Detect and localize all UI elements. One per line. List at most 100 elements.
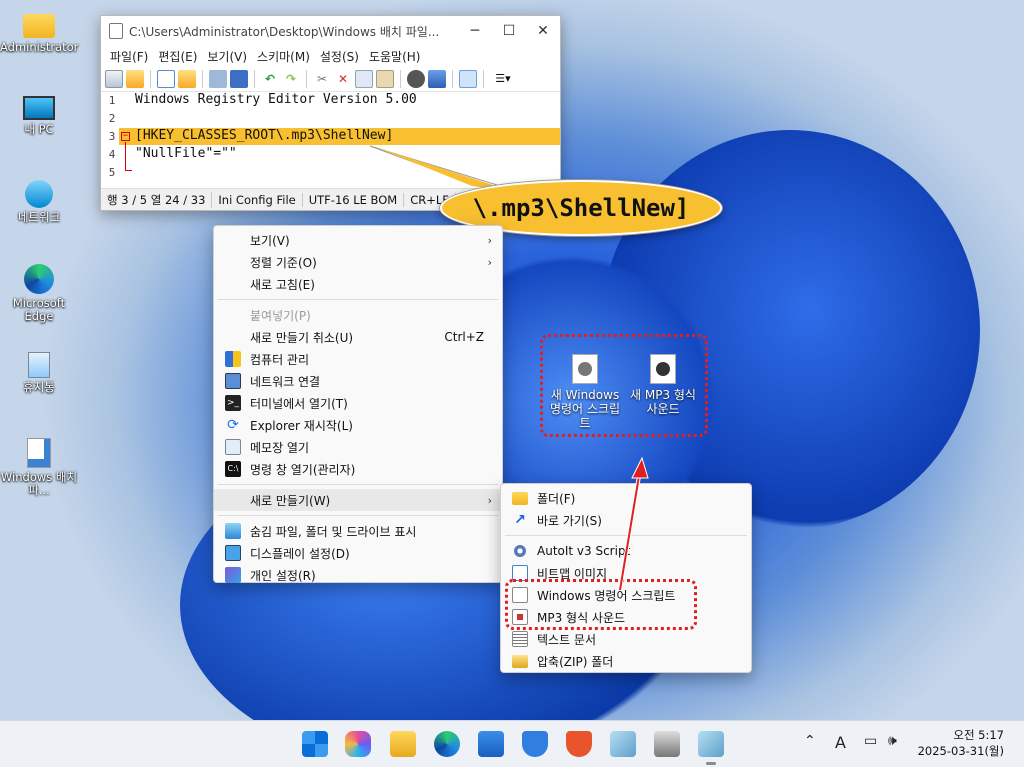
chevron-up-icon[interactable]: ⌃ (804, 733, 816, 749)
network-icon (25, 180, 53, 208)
folder-icon (512, 492, 528, 505)
desktop-icon-label: 휴지통 (23, 380, 55, 394)
copilot-icon[interactable] (345, 731, 371, 757)
menu-item-show-hidden[interactable]: 숨김 파일, 폴더 및 드라이브 표시 (214, 520, 502, 542)
code-line: [HKEY_CLASSES_ROOT\.mp3\ShellNew] (135, 128, 394, 143)
menu-item-view[interactable]: 보기(V) › (214, 229, 502, 251)
file-explorer-icon[interactable] (390, 731, 416, 757)
redo-icon[interactable]: ↷ (282, 70, 300, 88)
clock-date: 2025-03-31(월) (917, 744, 1004, 758)
desktop-context-menu: 보기(V) › 정렬 기준(O) › 새로 고침(E) 붙여넣기(P) 새로 만들기… (213, 225, 503, 583)
code-line: "NullFile"="" (135, 146, 237, 161)
chevron-right-icon: › (487, 255, 492, 269)
clock[interactable]: 오전 5:17 2025-03-31(월) (918, 727, 1004, 759)
chevron-right-icon: › (487, 233, 492, 247)
status-position: 행 3 / 5 열 24 / 33 (101, 191, 213, 208)
list-dropdown-icon[interactable]: ☰▾ (490, 70, 516, 88)
paste-icon[interactable] (376, 69, 394, 88)
menu-view[interactable]: 보기(V) (202, 46, 252, 66)
menu-settings[interactable]: 설정(S) (315, 46, 364, 66)
cut-icon[interactable]: ✂ (313, 70, 331, 88)
menu-label: 바로 가기(S) (537, 513, 602, 528)
callout-text: \.mp3\ShellNew] (472, 194, 690, 222)
submenu-item-autoit[interactable]: AutoIt v3 Script (501, 540, 751, 562)
menu-label: 네트워크 연결 (250, 374, 321, 389)
edge-icon[interactable] (434, 731, 460, 757)
desktop-icon-administrator[interactable]: Administrator (0, 10, 78, 54)
menu-item-display-settings[interactable]: 디스플레이 설정(D) (214, 542, 502, 564)
menu-item-network-connections[interactable]: 네트워크 연결 (214, 370, 502, 392)
batch-file-icon (27, 438, 51, 468)
menu-help[interactable]: 도움말(H) (364, 46, 426, 66)
status-encoding[interactable]: UTF-16 LE BOM (303, 192, 405, 207)
menu-item-open-cmd-admin[interactable]: C:\ 명령 창 열기(관리자) (214, 458, 502, 480)
ime-indicator[interactable]: A (835, 733, 846, 752)
edge-icon (24, 264, 54, 294)
menu-label: 보기(V) (250, 233, 290, 248)
menu-schema[interactable]: 스키마(M) (252, 46, 315, 66)
submenu-item-shortcut[interactable]: ↗ 바로 가기(S) (501, 509, 751, 531)
start-icon[interactable] (302, 731, 328, 757)
menu-item-personalize[interactable]: 개인 설정(R) (214, 564, 502, 586)
menu-edit[interactable]: 편집(E) (153, 46, 202, 66)
undo-icon[interactable]: ↶ (261, 70, 279, 88)
menu-item-undo-new[interactable]: 새로 만들기 취소(U) Ctrl+Z (214, 326, 502, 348)
menu-item-open-notepad[interactable]: 메모장 열기 (214, 436, 502, 458)
save-all-icon[interactable] (230, 69, 248, 88)
menu-separator (218, 515, 498, 516)
store-icon[interactable] (478, 731, 504, 757)
menu-item-sort[interactable]: 정렬 기준(O) › (214, 251, 502, 273)
menu-item-new[interactable]: 새로 만들기(W) › (214, 489, 502, 511)
submenu-item-folder[interactable]: 폴더(F) (501, 487, 751, 509)
title-bar[interactable]: C:\Users\Administrator\Desktop\Windows 배… (101, 16, 560, 46)
maximize-button[interactable]: ☐ (492, 23, 526, 39)
annotation-highlight-submenu (505, 579, 697, 630)
new-file-icon[interactable] (105, 69, 123, 88)
toolbar-separator (202, 69, 203, 88)
terminal-icon: >_ (225, 395, 241, 411)
cmd-icon: C:\ (225, 461, 241, 477)
menu-label: AutoIt v3 Script (537, 544, 631, 558)
minimize-button[interactable]: ─ (458, 23, 492, 39)
line-number: 1 (108, 94, 116, 107)
security-icon[interactable] (566, 731, 592, 757)
new-doc-icon[interactable] (157, 69, 175, 88)
copy-icon[interactable] (355, 69, 373, 88)
printer-icon[interactable] (654, 731, 680, 757)
replace-icon[interactable] (428, 69, 446, 88)
delete-icon[interactable]: ✕ (334, 70, 352, 88)
desktop-icon-network[interactable]: 네트워크 (0, 180, 78, 224)
close-button[interactable]: ✕ (526, 23, 560, 39)
desktop-icon-recycle-bin[interactable]: 휴지통 (0, 352, 78, 394)
find-icon[interactable] (407, 69, 425, 88)
menu-item-refresh[interactable]: 새로 고침(E) (214, 273, 502, 295)
menu-separator (218, 484, 498, 485)
menu-item-computer-management[interactable]: 컴퓨터 관리 (214, 348, 502, 370)
toolbar-separator (254, 69, 255, 88)
menu-label: 숨김 파일, 폴더 및 드라이브 표시 (250, 524, 417, 539)
display-icon (225, 545, 241, 561)
network-icon[interactable]: ▭ (864, 733, 877, 749)
notepad-active-icon[interactable] (698, 731, 724, 757)
status-syntax[interactable]: Ini Config File (212, 192, 303, 207)
desktop-icon-batch-file[interactable]: Windows 배치 파... (0, 438, 78, 497)
editor[interactable]: 1 Windows Registry Editor Version 5.00 2… (101, 92, 560, 186)
personalize-icon (225, 567, 241, 583)
menu-item-restart-explorer[interactable]: ⟳ Explorer 재시작(L) (214, 414, 502, 436)
defender-icon[interactable] (522, 731, 548, 757)
submenu-item-text-doc[interactable]: 텍스트 문서 (501, 628, 751, 650)
hidden-files-icon (225, 523, 241, 539)
notepad-window[interactable]: C:\Users\Administrator\Desktop\Windows 배… (100, 15, 561, 211)
word-wrap-icon[interactable] (459, 69, 477, 88)
save-icon[interactable] (209, 69, 227, 88)
desktop-icon-mypc[interactable]: 내 PC (0, 96, 78, 136)
menu-file[interactable]: 파일(F) (105, 46, 153, 66)
volume-icon[interactable]: 🕪 (888, 733, 897, 749)
menu-label: 메모장 열기 (250, 440, 310, 455)
notepad-icon[interactable] (610, 731, 636, 757)
desktop-icon-edge[interactable]: Microsoft Edge (0, 264, 78, 323)
open-folder-icon[interactable] (178, 69, 196, 88)
open-file-icon[interactable] (126, 69, 144, 88)
menu-item-open-terminal[interactable]: >_ 터미널에서 열기(T) (214, 392, 502, 414)
submenu-item-zip[interactable]: 압축(ZIP) 폴더 (501, 650, 751, 672)
